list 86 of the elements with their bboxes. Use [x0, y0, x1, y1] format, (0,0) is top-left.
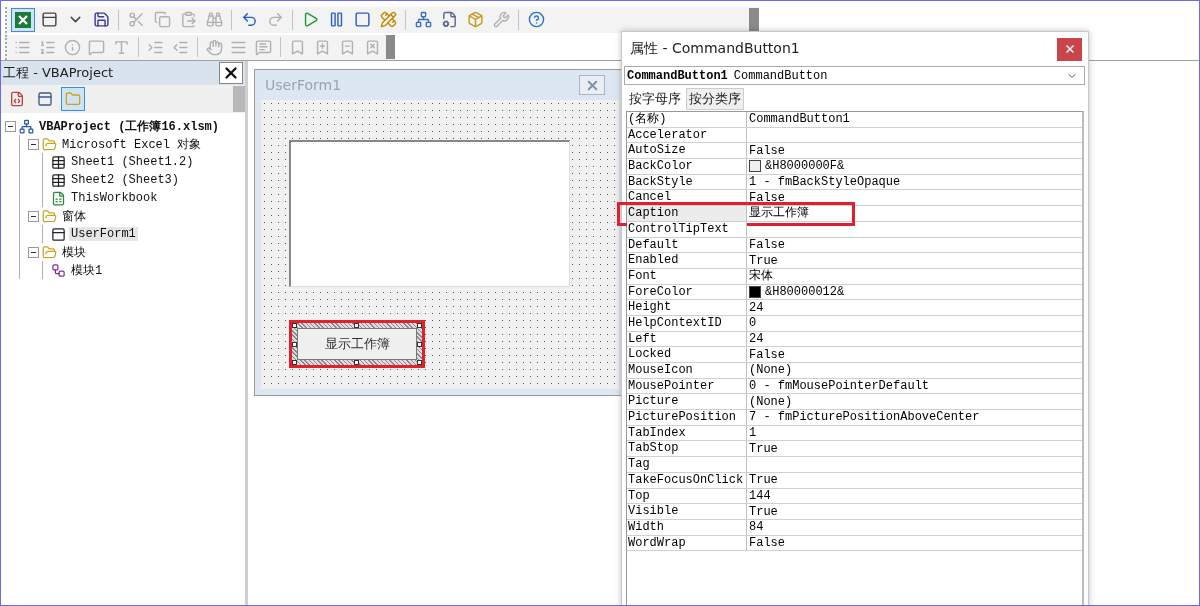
resize-handle[interactable]: [292, 323, 297, 328]
folder-icon: [42, 136, 57, 152]
collapse-icon[interactable]: [28, 246, 39, 258]
tree-item[interactable]: 模块1: [69, 261, 105, 279]
close-icon: [222, 64, 240, 82]
property-value[interactable]: &H80000012&: [765, 284, 845, 299]
property-value[interactable]: 7 - fmPicturePositionAboveCenter: [749, 410, 980, 425]
property-value[interactable]: False: [749, 237, 785, 252]
property-name[interactable]: BackColor: [627, 159, 747, 174]
tree-item[interactable]: 模块: [60, 243, 88, 261]
property-name[interactable]: Caption: [627, 206, 747, 221]
property-value[interactable]: CommandButton1: [749, 112, 850, 127]
tree-item[interactable]: UserForm1: [69, 227, 138, 241]
property-name[interactable]: Picture: [627, 394, 747, 410]
tree-item[interactable]: Microsoft Excel 对象: [60, 135, 204, 153]
property-value[interactable]: 24: [749, 331, 764, 346]
workbook-icon: [51, 190, 66, 206]
property-name[interactable]: Height: [627, 300, 747, 315]
tab[interactable]: 按分类序: [686, 88, 744, 110]
toolbar-gripper[interactable]: [385, 35, 395, 60]
property-value[interactable]: (None): [749, 363, 793, 378]
property-name[interactable]: Visible: [627, 504, 747, 519]
form-close-button[interactable]: [579, 75, 605, 95]
property-name[interactable]: PicturePosition: [627, 410, 747, 425]
property-value[interactable]: 0: [749, 316, 757, 331]
scrollbar[interactable]: [233, 86, 245, 112]
property-value[interactable]: 1: [749, 426, 757, 441]
object-dropdown[interactable]: CommandButton1 CommandButton: [624, 66, 1085, 85]
tree-item[interactable]: Sheet2 (Sheet3): [69, 173, 182, 187]
list-box[interactable]: [289, 140, 570, 287]
property-value[interactable]: False: [749, 535, 785, 550]
resize-handle[interactable]: [417, 323, 422, 328]
collapse-icon[interactable]: [28, 210, 39, 222]
property-name[interactable]: (名称): [627, 112, 747, 127]
resize-handle[interactable]: [292, 360, 297, 365]
folder-icon: [42, 208, 57, 224]
close-button[interactable]: [219, 62, 243, 84]
property-value[interactable]: True: [749, 504, 778, 519]
property-value[interactable]: 84: [749, 520, 764, 535]
property-value[interactable]: False: [749, 190, 785, 205]
folder-icon: [42, 244, 57, 260]
sheet-icon: [51, 172, 66, 188]
property-name[interactable]: AutoSize: [627, 143, 747, 159]
resize-handle[interactable]: [417, 360, 422, 365]
form-title: UserForm1: [265, 77, 343, 93]
property-value[interactable]: 1 - fmBackStyleOpaque: [749, 175, 901, 190]
property-value[interactable]: True: [749, 253, 778, 268]
property-value[interactable]: 144: [749, 488, 771, 503]
module-icon: [51, 262, 66, 278]
property-value[interactable]: 24: [749, 300, 764, 315]
tree-item[interactable]: Sheet1 (Sheet1.2): [69, 155, 196, 169]
tree-item[interactable]: VBAProject (工作簿16.xlsm): [37, 117, 222, 135]
property-value[interactable]: 显示工作簿: [749, 206, 809, 221]
property-value[interactable]: False: [749, 143, 785, 158]
command-button[interactable]: 显示工作簿: [297, 328, 417, 360]
pane-title: 工程 - VBAProject: [3, 64, 115, 82]
property-name[interactable]: Locked: [627, 347, 747, 362]
property-name[interactable]: Tag: [627, 457, 747, 472]
property-value[interactable]: 0 - fmMousePointerDefault: [749, 379, 930, 394]
collapse-icon[interactable]: [5, 120, 16, 132]
form-icon: [37, 91, 53, 107]
window-title: 属性 - CommandButton1: [630, 40, 801, 58]
resize-handle[interactable]: [354, 323, 359, 328]
project-icon: [19, 118, 34, 134]
property-value[interactable]: &H8000000F&: [765, 159, 845, 174]
folder-icon: [65, 91, 81, 107]
property-value[interactable]: False: [749, 347, 785, 362]
form-icon: [51, 226, 66, 242]
resize-handle[interactable]: [292, 342, 297, 347]
sheet-icon: [51, 154, 66, 170]
folder-button[interactable]: [61, 87, 85, 111]
toolbar-gripper[interactable]: [749, 7, 759, 32]
property-name[interactable]: MouseIcon: [627, 363, 747, 378]
property-value[interactable]: 宋体: [749, 269, 773, 284]
tree-item[interactable]: ThisWorkbook: [69, 191, 160, 205]
resize-handle[interactable]: [354, 360, 359, 365]
property-name[interactable]: Enabled: [627, 253, 747, 268]
code-icon: [9, 91, 25, 107]
property-value[interactable]: (None): [749, 394, 793, 409]
property-value[interactable]: True: [749, 473, 778, 488]
close-icon: [1063, 43, 1076, 55]
property-name[interactable]: TabStop: [627, 441, 747, 457]
tree-item[interactable]: 窗体: [60, 207, 88, 225]
property-value[interactable]: True: [749, 441, 778, 456]
collapse-icon[interactable]: [28, 138, 39, 150]
resize-handle[interactable]: [417, 342, 422, 347]
